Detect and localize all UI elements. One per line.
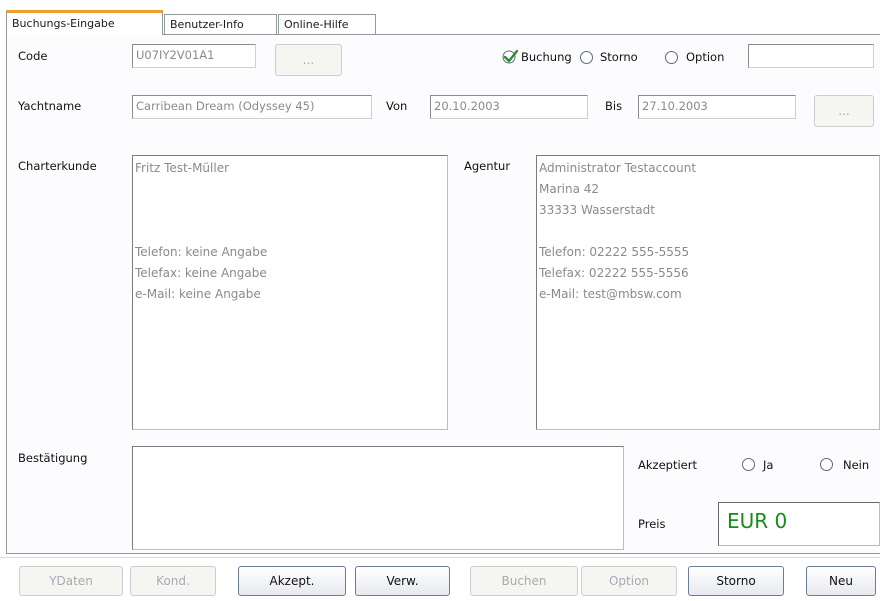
checkmark-radio-icon[interactable] [502,49,518,65]
radio-option-label: Option [686,50,725,64]
bestaetigung-label: Bestätigung [18,451,88,465]
yachtname-label: Yachtname [18,99,82,113]
code-label: Code [18,49,48,63]
storno-button[interactable]: Storno [688,566,784,596]
radio-storno[interactable] [580,51,593,64]
bis-label: Bis [605,99,623,113]
akzeptiert-label: Akzeptiert [638,458,697,472]
tab-buchungs-eingabe[interactable]: Buchungs-Eingabe [6,10,163,35]
radio-option[interactable] [665,51,678,64]
ydaten-button[interactable]: YDaten [19,566,123,596]
radio-buchung-label: Buchung [521,50,572,64]
yachtname-field[interactable]: Carribean Dream (Odyssey 45) [132,95,372,119]
yacht-browse-button[interactable]: ... [814,95,874,127]
tab-benutzer-info[interactable]: Benutzer-Info [164,14,277,34]
agentur-textarea[interactable]: Administrator Testaccount Marina 42 3333… [536,155,880,430]
kond-button[interactable]: Kond. [130,566,216,596]
radio-nein[interactable] [820,458,833,471]
bis-date-field[interactable]: 27.10.2003 [638,95,796,119]
preis-label: Preis [638,517,666,531]
von-label: Von [386,99,408,113]
option-input[interactable] [748,44,874,68]
charterkunde-label: Charterkunde [18,159,97,173]
bestaetigung-textarea[interactable] [132,446,624,550]
verw-button[interactable]: Verw. [355,566,450,596]
akzept-button[interactable]: Akzept. [238,566,346,596]
preis-field: EUR 0 [718,502,880,546]
radio-ja[interactable] [742,458,755,471]
radio-nein-label: Nein [843,458,870,472]
tab-online-hilfe[interactable]: Online-Hilfe [278,14,376,34]
radio-ja-label: Ja [763,458,774,472]
agentur-label: Agentur [464,159,511,173]
option-button[interactable]: Option [581,566,677,596]
code-field[interactable]: U07IY2V01A1 [132,44,256,68]
charterkunde-textarea[interactable]: Fritz Test-Müller Telefon: keine Angabe … [132,155,448,430]
neu-button[interactable]: Neu [806,566,876,596]
code-browse-button[interactable]: ... [275,44,342,76]
von-date-field[interactable]: 20.10.2003 [430,95,588,119]
radio-storno-label: Storno [600,50,638,64]
buchen-button[interactable]: Buchen [470,566,578,596]
